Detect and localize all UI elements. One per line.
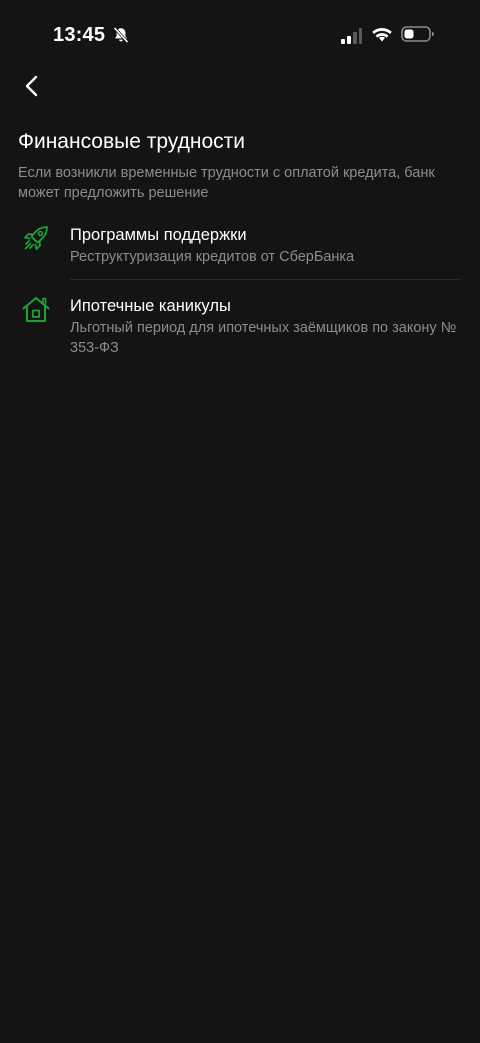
page-title: Финансовые трудности bbox=[18, 130, 245, 153]
bell-off-icon bbox=[113, 26, 129, 44]
item-description: Реструктуризация кредитов от СберБанка bbox=[70, 249, 355, 265]
rocket-icon bbox=[24, 226, 48, 250]
list-item-support-programs[interactable]: Программы поддержки Реструктуризация кре… bbox=[0, 216, 480, 278]
cellular-signal-icon bbox=[341, 28, 362, 44]
screen: 13:45 Финансовые трудности Если возникли… bbox=[0, 0, 480, 1043]
item-title: Ипотечные каникулы bbox=[70, 297, 231, 315]
status-bar: 13:45 bbox=[0, 0, 480, 70]
item-description: Льготный период для ипотечных заёмщиков … bbox=[70, 320, 457, 356]
house-icon bbox=[22, 297, 50, 322]
chevron-left-icon bbox=[25, 75, 38, 97]
battery-icon bbox=[401, 26, 434, 42]
divider bbox=[70, 279, 461, 280]
page-subtitle: Если возникли временные трудности с опла… bbox=[18, 165, 435, 201]
wifi-icon bbox=[372, 28, 392, 42]
list-item-mortgage-holidays[interactable]: Ипотечные каникулы Льготный период для и… bbox=[0, 287, 480, 367]
back-button[interactable] bbox=[14, 68, 50, 104]
item-title: Программы поддержки bbox=[70, 226, 247, 244]
status-time: 13:45 bbox=[53, 24, 106, 46]
